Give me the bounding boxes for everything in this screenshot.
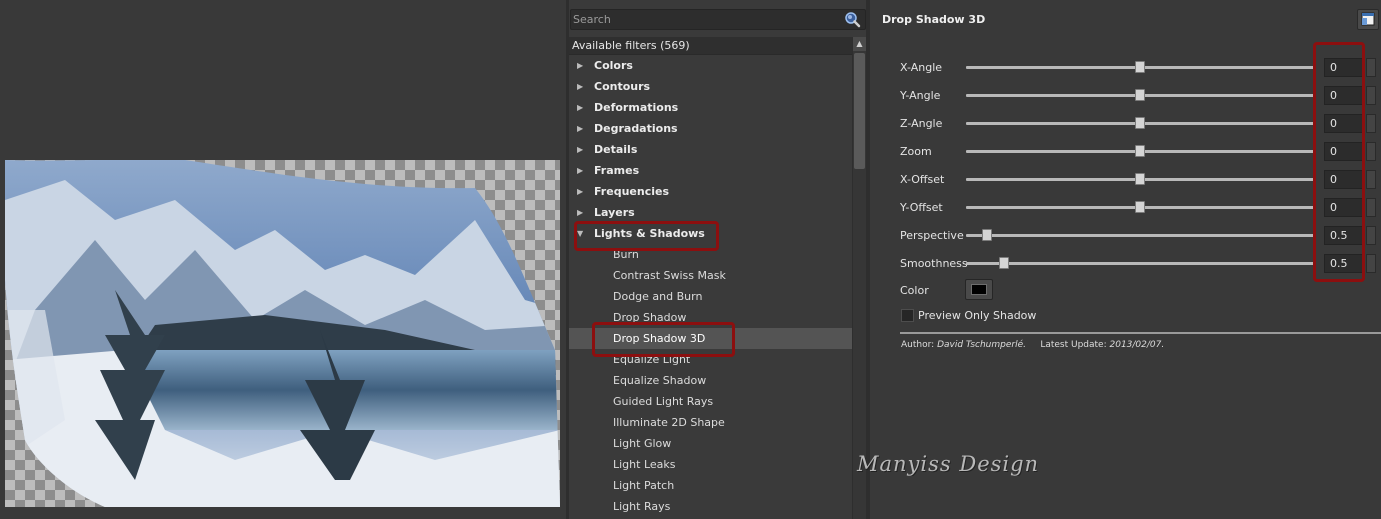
param-row-x-offset: X-Offset 0: [880, 165, 1381, 193]
filter-item-dodge-and-burn[interactable]: Dodge and Burn: [569, 286, 852, 307]
param-row-y-angle: Y-Angle 0: [880, 81, 1381, 109]
author-info: Author: David Tschumperlé. Latest Update…: [901, 340, 1164, 350]
param-label: X-Offset: [900, 173, 945, 186]
tree-header[interactable]: Available filters (569): [569, 37, 852, 55]
expand-arrow-icon[interactable]: ▶: [577, 55, 583, 76]
slider-track[interactable]: [966, 234, 1314, 237]
slider-track[interactable]: [966, 262, 1314, 265]
expand-arrow-icon[interactable]: ▶: [577, 160, 583, 181]
param-label: Z-Angle: [900, 117, 943, 130]
spin-button[interactable]: [1366, 226, 1376, 245]
category-label: Frames: [594, 164, 640, 177]
spin-button[interactable]: [1366, 254, 1376, 273]
param-label: Zoom: [900, 145, 932, 158]
spin-button[interactable]: [1366, 58, 1376, 77]
param-label: Smoothness: [900, 257, 968, 270]
filter-item-light-rays[interactable]: Light Rays: [569, 496, 852, 517]
category-colors[interactable]: ▶ Colors: [569, 55, 852, 76]
divider: [900, 332, 1381, 334]
expand-arrow-icon[interactable]: ▶: [577, 181, 583, 202]
category-frequencies[interactable]: ▶ Frequencies: [569, 181, 852, 202]
spin-button[interactable]: [1366, 114, 1376, 133]
slider-handle[interactable]: [1135, 89, 1145, 101]
update-date: 2013/02/07.: [1109, 340, 1165, 350]
param-label: Y-Offset: [900, 201, 943, 214]
filter-item-light-leaks[interactable]: Light Leaks: [569, 454, 852, 475]
watermark-signature: Manyiss Design: [857, 452, 1040, 476]
param-row-x-angle: X-Angle 0: [880, 53, 1381, 81]
preview-only-shadow-label: Preview Only Shadow: [918, 309, 1037, 322]
param-label: X-Angle: [900, 61, 943, 74]
search-input[interactable]: [571, 10, 841, 29]
category-label: Degradations: [594, 122, 678, 135]
filter-list-pane: Available filters (569) ▶ Colors ▶ Conto…: [569, 0, 866, 519]
update-label: Latest Update:: [1040, 340, 1107, 350]
spin-button[interactable]: [1366, 170, 1376, 189]
category-deformations[interactable]: ▶ Deformations: [569, 97, 852, 118]
highlight-box-lights-shadows: [574, 221, 719, 251]
slider-handle[interactable]: [1135, 173, 1145, 185]
tree-scrollbar[interactable]: ▲: [852, 37, 866, 519]
spin-button[interactable]: [1366, 198, 1376, 217]
window-layout-icon: [1361, 12, 1375, 26]
param-label: Perspective: [900, 229, 964, 242]
param-row-y-offset: Y-Offset 0: [880, 193, 1381, 221]
filter-item-contrast-swiss-mask[interactable]: Contrast Swiss Mask: [569, 265, 852, 286]
filter-tree: Available filters (569) ▶ Colors ▶ Conto…: [569, 37, 852, 519]
color-label: Color: [900, 284, 929, 297]
slider-handle[interactable]: [1135, 145, 1145, 157]
expand-arrow-icon[interactable]: ▶: [577, 97, 583, 118]
param-row-zoom: Zoom 0: [880, 137, 1381, 165]
param-label: Y-Angle: [900, 89, 941, 102]
category-label: Contours: [594, 80, 651, 93]
spin-button[interactable]: [1366, 142, 1376, 161]
filter-item-light-glow[interactable]: Light Glow: [569, 433, 852, 454]
category-label: Frequencies: [594, 185, 669, 198]
param-row-z-angle: Z-Angle 0: [880, 109, 1381, 137]
filter-item-equalize-shadow[interactable]: Equalize Shadow: [569, 370, 852, 391]
category-layers[interactable]: ▶ Layers: [569, 202, 852, 223]
param-row-perspective: Perspective 0.5: [880, 221, 1381, 249]
expand-arrow-icon[interactable]: ▶: [577, 202, 583, 223]
parameter-list: X-Angle 0 Y-Angle 0 Z-Angle 0 Zoom 0 X-O…: [880, 38, 1381, 333]
author-label: Author:: [901, 340, 935, 350]
search-icon[interactable]: [844, 11, 861, 28]
color-swatch: [971, 284, 987, 295]
highlight-box-drop-shadow-3d: [592, 322, 735, 357]
filter-item-light-patch[interactable]: Light Patch: [569, 475, 852, 496]
preview-image[interactable]: [5, 160, 560, 507]
slider-handle[interactable]: [999, 257, 1010, 269]
filter-item-guided-light-rays[interactable]: Guided Light Rays: [569, 391, 852, 412]
scroll-up-arrow-icon[interactable]: ▲: [853, 37, 866, 51]
expand-arrow-icon[interactable]: ▶: [577, 118, 583, 139]
category-label: Layers: [594, 206, 635, 219]
category-label: Colors: [594, 59, 633, 72]
parameters-pane: Drop Shadow 3D X-Angle 0 Y-Angle 0 Z-Ang…: [870, 0, 1381, 519]
expand-arrow-icon[interactable]: ▶: [577, 139, 583, 160]
expand-arrow-icon[interactable]: ▶: [577, 76, 583, 97]
slider-handle[interactable]: [1135, 117, 1145, 129]
color-picker-button[interactable]: [965, 279, 993, 300]
spin-button[interactable]: [1366, 86, 1376, 105]
preview-pane: [0, 0, 566, 519]
filter-item-illuminate-2d-shape[interactable]: Illuminate 2D Shape: [569, 412, 852, 433]
author-name: David Tschumperlé.: [937, 340, 1026, 350]
preview-only-shadow-checkbox[interactable]: [901, 309, 914, 322]
category-label: Details: [594, 143, 638, 156]
scrollbar-thumb[interactable]: [854, 53, 865, 169]
category-contours[interactable]: ▶ Contours: [569, 76, 852, 97]
slider-handle[interactable]: [1135, 201, 1145, 213]
category-degradations[interactable]: ▶ Degradations: [569, 118, 852, 139]
slider-handle[interactable]: [1135, 61, 1145, 73]
category-frames[interactable]: ▶ Frames: [569, 160, 852, 181]
slider-handle[interactable]: [981, 229, 992, 241]
highlight-box-values: [1313, 42, 1365, 282]
param-row-smoothness: Smoothness 0.5: [880, 249, 1381, 277]
search-box: [570, 9, 866, 30]
category-label: Deformations: [594, 101, 679, 114]
filter-title: Drop Shadow 3D: [882, 13, 986, 26]
warped-landscape-image: [5, 160, 560, 507]
category-details[interactable]: ▶ Details: [569, 139, 852, 160]
pane-layout-button[interactable]: [1357, 9, 1379, 30]
